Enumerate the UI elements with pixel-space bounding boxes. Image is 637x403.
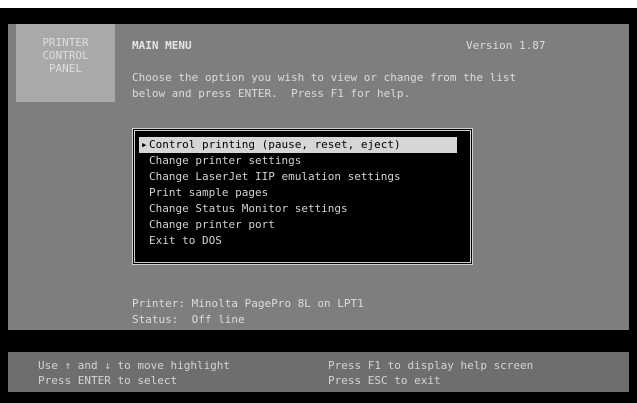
main-panel: PRINTER CONTROL PANEL MAIN MENU Version … <box>0 24 637 330</box>
bottom-border <box>0 392 637 403</box>
printer-control-panel-logo: PRINTER CONTROL PANEL <box>16 24 115 102</box>
menu-item-exit-to-dos[interactable]: Exit to DOS <box>139 233 466 249</box>
logo-line-3: PANEL <box>48 62 83 75</box>
dos-screen: PRINTER CONTROL PANEL MAIN MENU Version … <box>0 0 637 403</box>
key-help-bar: Use ↑ and ↓ to move highlight Press ENTE… <box>0 352 637 392</box>
menu-item-control-printing[interactable]: ▸Control printing (pause, reset, eject) <box>139 137 457 153</box>
help-esc: Press ESC to exit <box>328 374 441 387</box>
status-info: Status: Off line <box>132 313 245 326</box>
selection-marker-icon: ▸ <box>141 138 148 151</box>
menu-item-change-emulation-settings[interactable]: Change LaserJet IIP emulation settings <box>139 169 466 185</box>
help-f1: Press F1 to display help screen <box>328 359 534 372</box>
logo-line-2: CONTROL <box>42 49 89 62</box>
menu-item-change-printer-settings[interactable]: Change printer settings <box>139 153 466 169</box>
separator-bar <box>0 330 637 352</box>
instructions-text: Choose the option you wish to view or ch… <box>132 70 516 102</box>
menu-item-change-status-monitor[interactable]: Change Status Monitor settings <box>139 201 466 217</box>
menu-item-change-printer-port[interactable]: Change printer port <box>139 217 466 233</box>
logo-line-1: PRINTER <box>42 36 89 49</box>
help-navigation: Use ↑ and ↓ to move highlight Press ENTE… <box>38 358 230 388</box>
top-border <box>0 8 637 24</box>
menu-item-label: Control printing (pause, reset, eject) <box>149 138 401 151</box>
printer-status: Printer: Minolta PagePro 8L on LPT1 Stat… <box>132 296 364 328</box>
printer-info: Printer: Minolta PagePro 8L on LPT1 <box>132 297 364 310</box>
help-keys: Press F1 to display help screen Press ES… <box>328 358 533 388</box>
version-label: Version 1.87 <box>466 39 546 52</box>
help-press-enter: Press ENTER to select <box>38 374 178 387</box>
help-move-highlight: Use ↑ and ↓ to move highlight <box>38 359 231 372</box>
main-menu-list: ▸Control printing (pause, reset, eject) … <box>132 128 473 265</box>
page-title: MAIN MENU <box>132 39 192 52</box>
instructions-line-2: below and press ENTER. Press F1 for help… <box>132 87 411 100</box>
instructions-line-1: Choose the option you wish to view or ch… <box>132 71 517 84</box>
menu-item-print-sample-pages[interactable]: Print sample pages <box>139 185 466 201</box>
